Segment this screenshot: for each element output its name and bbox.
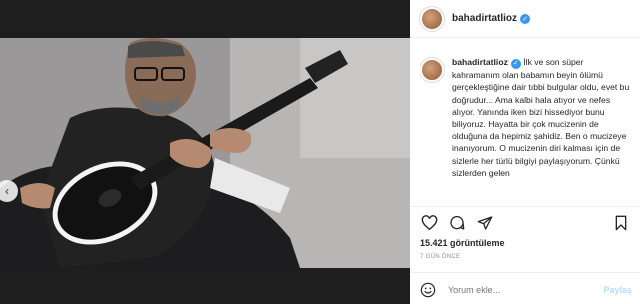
- action-bar: [420, 213, 630, 233]
- bookmark-icon: [615, 215, 627, 231]
- caption-block: bahadirtatlioz ✓ İlk ve son süper kahrama…: [420, 56, 634, 206]
- comment-icon: [450, 215, 465, 230]
- divider: [410, 272, 640, 273]
- chevron-left-icon: ‹: [5, 184, 9, 198]
- share-button[interactable]: [476, 214, 494, 232]
- smiley-icon[interactable]: [420, 282, 436, 298]
- avatar[interactable]: [420, 6, 444, 31]
- post-time[interactable]: 7 GÜN ÖNCE: [420, 254, 460, 260]
- caption-text-wrap: bahadirtatlioz ✓ İlk ve son süper kahrama…: [452, 56, 632, 206]
- post-modal: ‹ bahadirtatlioz ✓ bahadirtatlioz ✓ İlk v…: [0, 0, 640, 304]
- like-button[interactable]: [420, 214, 438, 232]
- caption-username[interactable]: bahadirtatlioz: [452, 57, 508, 67]
- divider: [410, 206, 640, 207]
- verified-icon: ✓: [520, 13, 531, 24]
- save-button[interactable]: [612, 214, 630, 232]
- username[interactable]: bahadirtatlioz: [452, 13, 517, 24]
- share-icon: [477, 216, 493, 230]
- video-frame: [0, 38, 410, 268]
- video-player[interactable]: ‹: [0, 38, 410, 268]
- comment-input[interactable]: [448, 285, 578, 295]
- comment-button[interactable]: [448, 214, 466, 232]
- view-count[interactable]: 15.421 görüntüleme: [420, 238, 505, 248]
- heart-icon: [421, 215, 437, 231]
- post-header: bahadirtatlioz ✓: [410, 0, 640, 38]
- caption-text: İlk ve son süper kahramanım olan babamın…: [452, 57, 630, 178]
- verified-icon: ✓: [510, 59, 521, 70]
- post-comment-button[interactable]: Paylaş: [603, 285, 632, 295]
- comment-bar: Paylaş: [420, 280, 632, 300]
- caption-avatar[interactable]: [420, 58, 444, 82]
- post-side-panel: bahadirtatlioz ✓ bahadirtatlioz ✓ İlk ve …: [410, 0, 640, 304]
